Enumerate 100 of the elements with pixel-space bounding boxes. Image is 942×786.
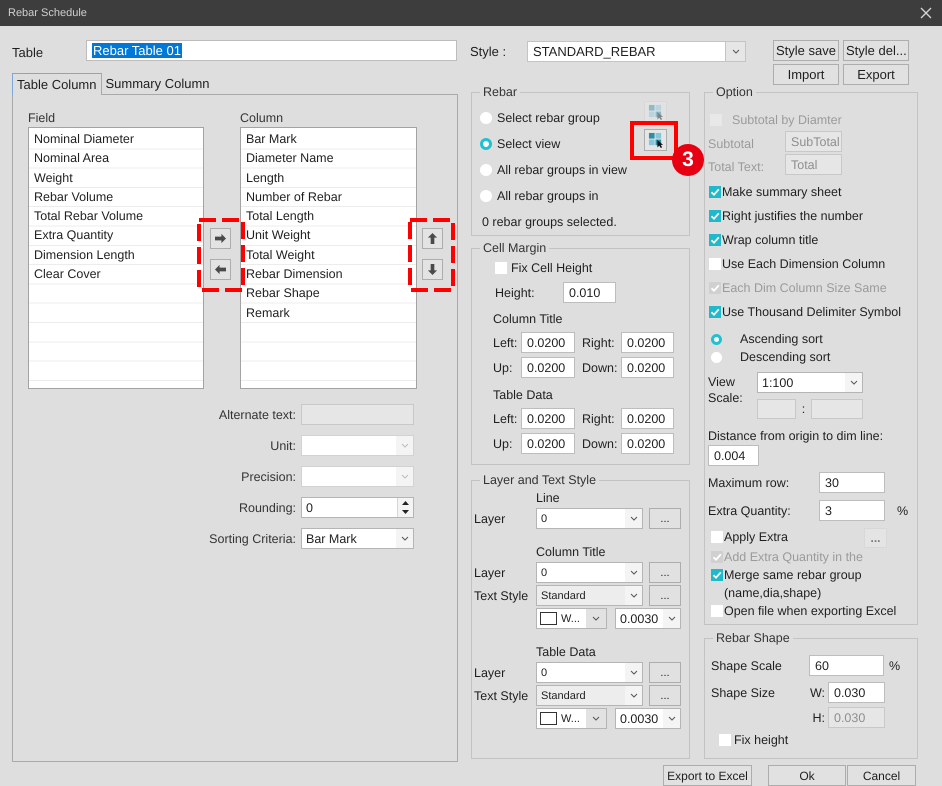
text-field[interactable]: 0.0200: [521, 357, 575, 378]
checkbox[interactable]: [709, 210, 721, 222]
style-action-button[interactable]: Import: [773, 64, 839, 85]
style-action-button[interactable]: Style save: [773, 40, 839, 61]
field-label: Shape Size: [711, 684, 776, 700]
pick-button[interactable]: [644, 129, 667, 151]
radio-button[interactable]: [480, 164, 492, 176]
radio-button[interactable]: [711, 352, 722, 362]
checkbox[interactable]: [719, 734, 731, 746]
text-field[interactable]: 30: [819, 472, 885, 493]
list-item[interactable]: Total Rebar Volume: [29, 207, 203, 226]
field-list[interactable]: Nominal Diameter Nominal Area Weight Rebar Volume Total Rebar Volume Extra Quantity Dimension Length Clear Cover: [28, 127, 204, 389]
checkbox-label: Make summary sheet: [722, 185, 842, 199]
list-item[interactable]: Nominal Area: [29, 149, 203, 169]
browse-button[interactable]: ...: [649, 662, 681, 683]
dropdown[interactable]: 0: [536, 508, 643, 529]
list-item[interactable]: Number of Rebar: [241, 188, 416, 208]
text-field[interactable]: 0.0200: [621, 408, 674, 429]
text-field[interactable]: 0.0200: [521, 332, 575, 353]
list-item[interactable]: Bar Mark: [241, 130, 416, 150]
dialog-button[interactable]: Cancel: [847, 765, 916, 786]
checkbox-label: Merge same rebar group (name,dia,shape): [724, 567, 862, 602]
column-list[interactable]: Bar Mark Diameter Name Length Number of Rebar Total Length Unit Weight Total Weight Rebar Dimension Rebar Shape Remark: [240, 127, 417, 389]
group-title: Rebar Shape: [715, 631, 791, 645]
list-item[interactable]: Total Weight: [241, 246, 416, 266]
list-item[interactable]: Total Length: [241, 207, 416, 226]
text-field[interactable]: [757, 399, 796, 419]
size-dropdown[interactable]: 0.0030: [615, 708, 681, 729]
checkbox[interactable]: [709, 258, 721, 270]
text-field[interactable]: 0.010: [563, 282, 616, 303]
group-title: Rebar: [482, 85, 518, 99]
dropdown[interactable]: Bar Mark: [301, 528, 414, 549]
browse-button[interactable]: ...: [649, 562, 681, 583]
checkbox[interactable]: [495, 262, 507, 274]
text-field[interactable]: 0.0200: [621, 332, 674, 353]
move-up-button[interactable]: [422, 228, 443, 249]
dropdown[interactable]: Standard: [536, 685, 643, 706]
color-dropdown[interactable]: W...: [536, 708, 607, 729]
checkbox[interactable]: [709, 234, 721, 246]
tab[interactable]: Table Column: [12, 73, 102, 95]
grid-cursor-icon: [648, 132, 664, 148]
spin-up-icon[interactable]: [402, 500, 409, 505]
radio-button[interactable]: [480, 138, 492, 150]
browse-button[interactable]: ...: [649, 585, 681, 606]
list-item[interactable]: Length: [241, 168, 416, 188]
list-item[interactable]: Extra Quantity: [29, 226, 203, 246]
table-name-field[interactable]: Rebar Table 01: [86, 40, 457, 60]
checkbox[interactable]: [711, 531, 723, 543]
move-right-button[interactable]: [210, 228, 231, 249]
style-action-button[interactable]: Export: [843, 64, 909, 85]
dialog-button[interactable]: Export to Excel: [663, 765, 752, 786]
checkbox[interactable]: [711, 569, 723, 581]
tab[interactable]: Summary Column: [102, 73, 214, 94]
list-item[interactable]: Diameter Name: [241, 149, 416, 169]
checkbox-label: Use Each Dimension Column: [722, 257, 886, 271]
size-dropdown[interactable]: 0.0030: [615, 608, 681, 629]
field-label: Rounding:: [239, 500, 296, 516]
text-field[interactable]: 0.0200: [621, 357, 674, 378]
text-field[interactable]: [811, 399, 863, 419]
list-item[interactable]: Clear Cover: [29, 265, 203, 284]
browse-button[interactable]: ...: [649, 685, 681, 706]
text-field[interactable]: 0.0200: [621, 433, 674, 454]
list-item[interactable]: Weight: [29, 168, 203, 188]
text-field[interactable]: 3: [819, 500, 885, 521]
field-label: Layer: [474, 510, 506, 526]
text-field[interactable]: 0.030: [828, 682, 885, 703]
spin-down-icon[interactable]: [402, 510, 409, 514]
radio-button[interactable]: [480, 190, 492, 202]
dialog-button[interactable]: Ok: [768, 765, 846, 786]
text-field[interactable]: 0.004: [708, 445, 759, 466]
dropdown[interactable]: 0: [536, 662, 643, 683]
checkbox[interactable]: [709, 306, 721, 318]
dropdown[interactable]: Standard: [536, 585, 643, 606]
radio-button[interactable]: [711, 334, 722, 344]
text-field[interactable]: 0.0200: [521, 408, 575, 429]
spin-field[interactable]: 0: [301, 497, 414, 518]
list-item[interactable]: Rebar Dimension: [241, 265, 416, 284]
dropdown[interactable]: 0: [536, 562, 643, 583]
section-title: Line: [535, 490, 561, 506]
style-dropdown[interactable]: STANDARD_REBAR: [527, 41, 746, 62]
checkbox[interactable]: [709, 186, 721, 198]
radio-button[interactable]: [480, 112, 492, 124]
text-field[interactable]: 60: [809, 655, 884, 676]
text-field[interactable]: 0.0200: [521, 433, 575, 454]
color-dropdown[interactable]: W...: [536, 608, 607, 629]
dropdown[interactable]: 1:100: [757, 372, 863, 393]
checkbox[interactable]: [711, 605, 723, 617]
list-item[interactable]: Dimension Length: [29, 246, 203, 266]
move-down-button[interactable]: [422, 259, 443, 280]
move-left-button[interactable]: [210, 259, 231, 280]
style-action-button[interactable]: Style del...: [843, 40, 909, 61]
checkbox-label: Subtotal by Diamter: [732, 113, 842, 127]
list-item[interactable]: Rebar Shape: [241, 284, 416, 304]
list-item[interactable]: Rebar Volume: [29, 188, 203, 208]
browse-button[interactable]: ...: [649, 508, 681, 529]
radio-label: Descending sort: [740, 350, 830, 364]
list-item[interactable]: Nominal Diameter: [29, 130, 203, 150]
list-item[interactable]: Unit Weight: [241, 226, 416, 246]
close-icon[interactable]: [920, 7, 932, 19]
list-item[interactable]: Remark: [241, 304, 416, 323]
